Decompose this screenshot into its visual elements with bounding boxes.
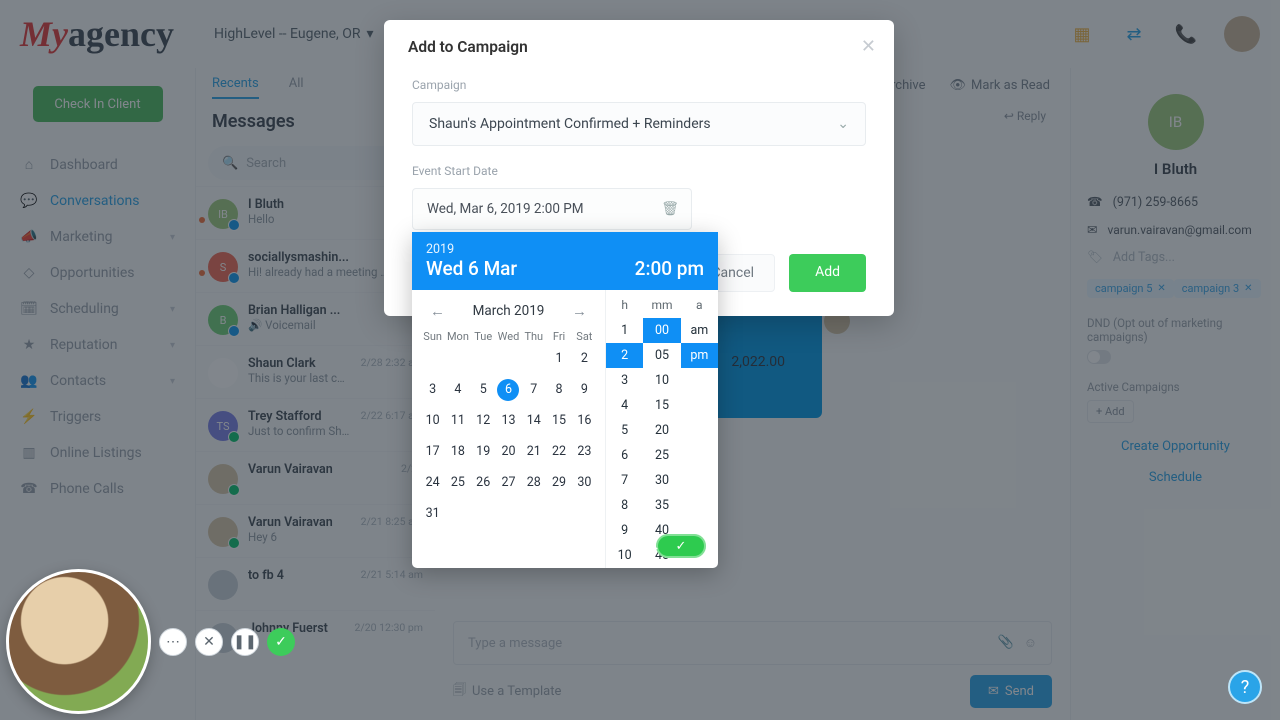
hours-header: h [606,290,643,318]
day-15[interactable]: 15 [546,405,571,436]
hour-5[interactable]: 5 [606,418,643,443]
day-23[interactable]: 23 [572,436,597,467]
day-24[interactable]: 24 [420,467,445,498]
am-option[interactable]: am [681,318,718,343]
day-25[interactable]: 25 [445,467,470,498]
day-1[interactable]: 1 [546,343,571,374]
minutes-header: mm [643,290,680,318]
days-grid: 1234567891011121314151617181920212223242… [420,343,597,529]
minute-20[interactable]: 20 [643,418,680,443]
minute-35[interactable]: 35 [643,493,680,518]
campaign-label: Campaign [384,74,894,96]
help-button[interactable]: ? [1228,670,1262,704]
next-month-button[interactable]: → [566,300,593,322]
day-22[interactable]: 22 [546,436,571,467]
day-29[interactable]: 29 [546,467,571,498]
day-14[interactable]: 14 [521,405,546,436]
hour-9[interactable]: 9 [606,518,643,543]
day-26[interactable]: 26 [471,467,496,498]
hour-2[interactable]: 2 [606,343,643,368]
minute-25[interactable]: 25 [643,443,680,468]
minute-30[interactable]: 30 [643,468,680,493]
add-button[interactable]: Add [789,254,866,292]
hour-3[interactable]: 3 [606,368,643,393]
day-11[interactable]: 11 [445,405,470,436]
day-9[interactable]: 9 [572,374,597,405]
hour-1[interactable]: 1 [606,318,643,343]
day-31[interactable]: 31 [420,498,445,529]
day-28[interactable]: 28 [521,467,546,498]
prev-month-button[interactable]: ← [424,300,451,322]
recorder-avatar [6,569,151,714]
hour-8[interactable]: 8 [606,493,643,518]
day-16[interactable]: 16 [572,405,597,436]
day-5[interactable]: 5 [471,374,496,405]
datetime-picker: 2019 Wed 6 Mar 2:00 pm ← March 2019 → Su… [412,232,718,568]
dow-row: SunMonTueWedThuFriSat [420,330,597,343]
day-19[interactable]: 19 [471,436,496,467]
confirm-date-button[interactable]: ↖ ✓ [656,534,706,558]
day-6[interactable]: 6 [496,374,521,405]
day-30[interactable]: 30 [572,467,597,498]
recorder-more-button[interactable]: ⋯ [159,628,187,656]
day-20[interactable]: 20 [496,436,521,467]
day-3[interactable]: 3 [420,374,445,405]
ampm-header: a [681,290,718,318]
day-17[interactable]: 17 [420,436,445,467]
recorder-pause-button[interactable]: ❚❚ [231,628,259,656]
minute-05[interactable]: 05 [643,343,680,368]
picker-date: Wed 6 Mar [426,257,517,280]
day-13[interactable]: 13 [496,405,521,436]
day-7[interactable]: 7 [521,374,546,405]
campaign-select[interactable]: Shaun's Appointment Confirmed + Reminder… [412,102,866,146]
month-label: March 2019 [473,303,545,319]
hour-4[interactable]: 4 [606,393,643,418]
hour-10[interactable]: 10 [606,543,643,568]
picker-time: 2:00 pm [635,257,704,280]
recorder-cancel-button[interactable]: ✕ [195,628,223,656]
trash-icon[interactable]: 🗑 [661,201,679,217]
event-date-label: Event Start Date [384,160,894,182]
recorder-done-button[interactable]: ✓ [267,628,295,656]
close-icon[interactable]: ✕ [861,36,876,57]
modal-title: Add to Campaign [384,20,894,74]
chevron-down-icon: ⌄ [837,116,849,132]
picker-year[interactable]: 2019 [426,242,517,257]
day-27[interactable]: 27 [496,467,521,498]
pm-option[interactable]: pm [681,343,718,368]
hour-6[interactable]: 6 [606,443,643,468]
day-12[interactable]: 12 [471,405,496,436]
day-21[interactable]: 21 [521,436,546,467]
minute-00[interactable]: 00 [643,318,680,343]
day-10[interactable]: 10 [420,405,445,436]
day-8[interactable]: 8 [546,374,571,405]
day-2[interactable]: 2 [572,343,597,374]
hour-7[interactable]: 7 [606,468,643,493]
day-4[interactable]: 4 [445,374,470,405]
event-date-input[interactable]: Wed, Mar 6, 2019 2:00 PM 🗑 [412,188,692,230]
minute-10[interactable]: 10 [643,368,680,393]
day-18[interactable]: 18 [445,436,470,467]
minute-15[interactable]: 15 [643,393,680,418]
